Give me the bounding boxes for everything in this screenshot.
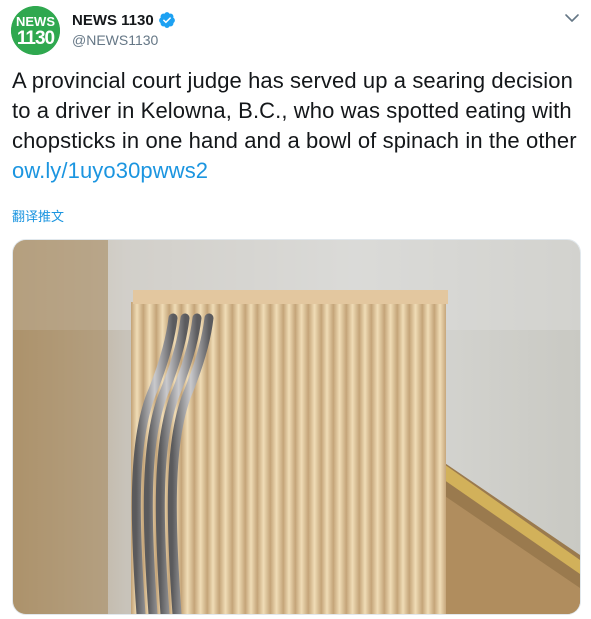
avatar[interactable]: NEWS 1130 bbox=[11, 6, 60, 55]
avatar-logo-text-bottom: 1130 bbox=[17, 28, 55, 49]
chopsticks-and-forks-photo-icon bbox=[13, 240, 580, 614]
name-row: NEWS 1130 bbox=[72, 11, 176, 29]
news1130-logo-icon: NEWS 1130 bbox=[11, 6, 60, 55]
tweet-text: A provincial court judge has served up a… bbox=[12, 66, 577, 186]
translate-tweet-link[interactable]: 翻译推文 bbox=[12, 206, 64, 225]
tweet-media-photo[interactable] bbox=[12, 239, 581, 615]
tweet-body: A provincial court judge has served up a… bbox=[12, 68, 577, 153]
chevron-down-icon[interactable] bbox=[562, 10, 582, 26]
display-name[interactable]: NEWS 1130 bbox=[72, 12, 154, 29]
verified-badge-icon bbox=[158, 11, 176, 29]
tweet-card: NEWS 1130 NEWS 1130 @NEWS1130 A provinci… bbox=[0, 0, 591, 619]
account-handle[interactable]: @NEWS1130 bbox=[72, 32, 158, 48]
avatar-logo-text-top: NEWS bbox=[16, 14, 55, 29]
tweet-link[interactable]: ow.ly/1uyo30pwws2 bbox=[12, 158, 208, 183]
